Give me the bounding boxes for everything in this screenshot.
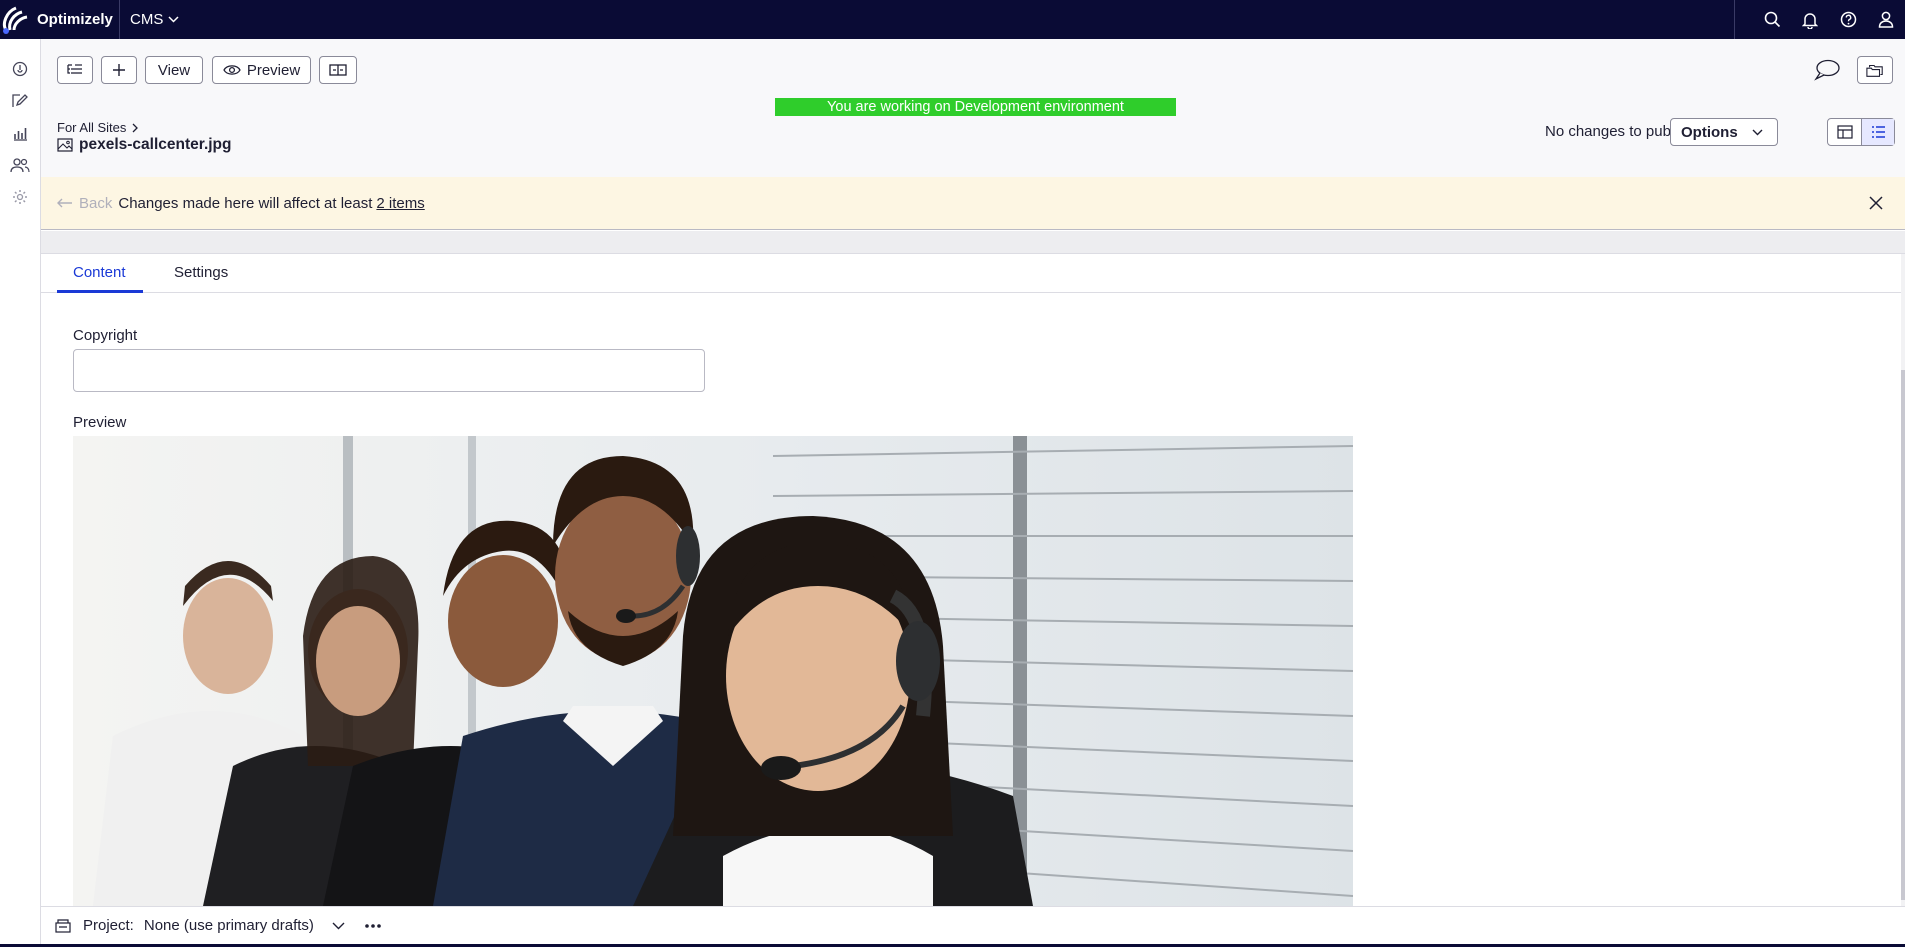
options-button-label: Options — [1681, 123, 1738, 141]
chevron-down-icon — [1752, 129, 1763, 135]
view-mode-toggle — [1827, 118, 1895, 146]
active-tab-indicator — [57, 290, 143, 293]
chevron-down-icon[interactable] — [332, 922, 345, 930]
project-selector[interactable]: None (use primary drafts) — [144, 917, 314, 934]
image-preview — [73, 436, 1353, 906]
add-button[interactable] — [101, 56, 137, 84]
brand-name: Optimizely — [37, 11, 113, 28]
top-actions — [1753, 0, 1905, 39]
divider — [119, 0, 120, 39]
layout-view-icon[interactable] — [1828, 119, 1861, 145]
page-title-text: pexels-callcenter.jpg — [79, 136, 232, 153]
scrollbar-thumb[interactable] — [1901, 370, 1905, 900]
product-switcher[interactable]: CMS — [130, 11, 179, 28]
close-icon[interactable] — [1867, 194, 1885, 212]
tab-settings[interactable]: Settings — [174, 264, 228, 281]
breadcrumb-parent[interactable]: For All Sites — [57, 120, 126, 135]
notification-bar: Back Changes made here will affect at le… — [41, 177, 1905, 230]
copyright-input[interactable] — [73, 349, 705, 392]
chevron-right-icon — [132, 123, 139, 132]
copyright-label: Copyright — [73, 327, 138, 344]
divider — [1734, 0, 1735, 39]
settings-icon[interactable] — [5, 182, 35, 212]
help-icon[interactable] — [1829, 0, 1867, 39]
chevron-down-icon — [168, 16, 179, 23]
project-label: Project: — [83, 917, 134, 934]
comments-icon[interactable] — [1811, 56, 1843, 84]
toggle-navigation-pane-button[interactable] — [57, 56, 93, 84]
preview-button[interactable]: Preview — [212, 56, 311, 84]
left-navigation-rail — [0, 39, 41, 947]
affected-items-link[interactable]: 2 items — [376, 195, 424, 212]
options-button[interactable]: Options — [1670, 118, 1778, 146]
bell-icon[interactable] — [1791, 0, 1829, 39]
plus-icon — [113, 64, 125, 76]
project-bar: Project: None (use primary drafts) — [41, 906, 1905, 944]
compare-button[interactable] — [319, 56, 357, 84]
reports-icon[interactable] — [5, 118, 35, 148]
image-icon — [57, 138, 73, 152]
notification-message: Changes made here will affect at least — [118, 194, 373, 212]
view-button-label: View — [157, 61, 191, 79]
divider-band — [41, 231, 1905, 254]
optimizely-logo-icon[interactable] — [0, 0, 30, 39]
content-header: View Preview You are working on Developm… — [41, 39, 1905, 177]
arrow-left-icon — [57, 198, 72, 208]
dashboard-icon[interactable] — [5, 54, 35, 84]
editor-tabs: Content Settings — [41, 254, 1901, 293]
back-label: Back — [79, 194, 113, 212]
page-title: pexels-callcenter.jpg — [57, 136, 232, 154]
edit-icon[interactable] — [5, 86, 35, 116]
users-icon[interactable] — [5, 150, 35, 180]
view-button[interactable]: View — [145, 56, 203, 84]
assets-pane-button[interactable] — [1857, 56, 1893, 84]
folders-icon — [1866, 64, 1883, 77]
preview-button-label: Preview — [246, 61, 301, 79]
tab-content[interactable]: Content — [73, 264, 126, 281]
back-button[interactable]: Back — [57, 195, 112, 212]
page-tree-icon — [67, 64, 82, 74]
preview-label: Preview — [73, 414, 127, 431]
project-icon — [55, 918, 71, 933]
environment-banner: You are working on Development environme… — [775, 98, 1176, 116]
product-label: CMS — [130, 11, 164, 28]
more-options-icon[interactable] — [365, 923, 381, 928]
compare-icon — [329, 64, 347, 76]
breadcrumb: For All Sites — [57, 120, 139, 135]
top-navigation-bar: Optimizely CMS — [0, 0, 1905, 39]
list-view-icon[interactable] — [1861, 119, 1894, 145]
search-icon[interactable] — [1753, 0, 1791, 39]
user-icon[interactable] — [1867, 0, 1905, 39]
eye-icon — [223, 65, 241, 75]
